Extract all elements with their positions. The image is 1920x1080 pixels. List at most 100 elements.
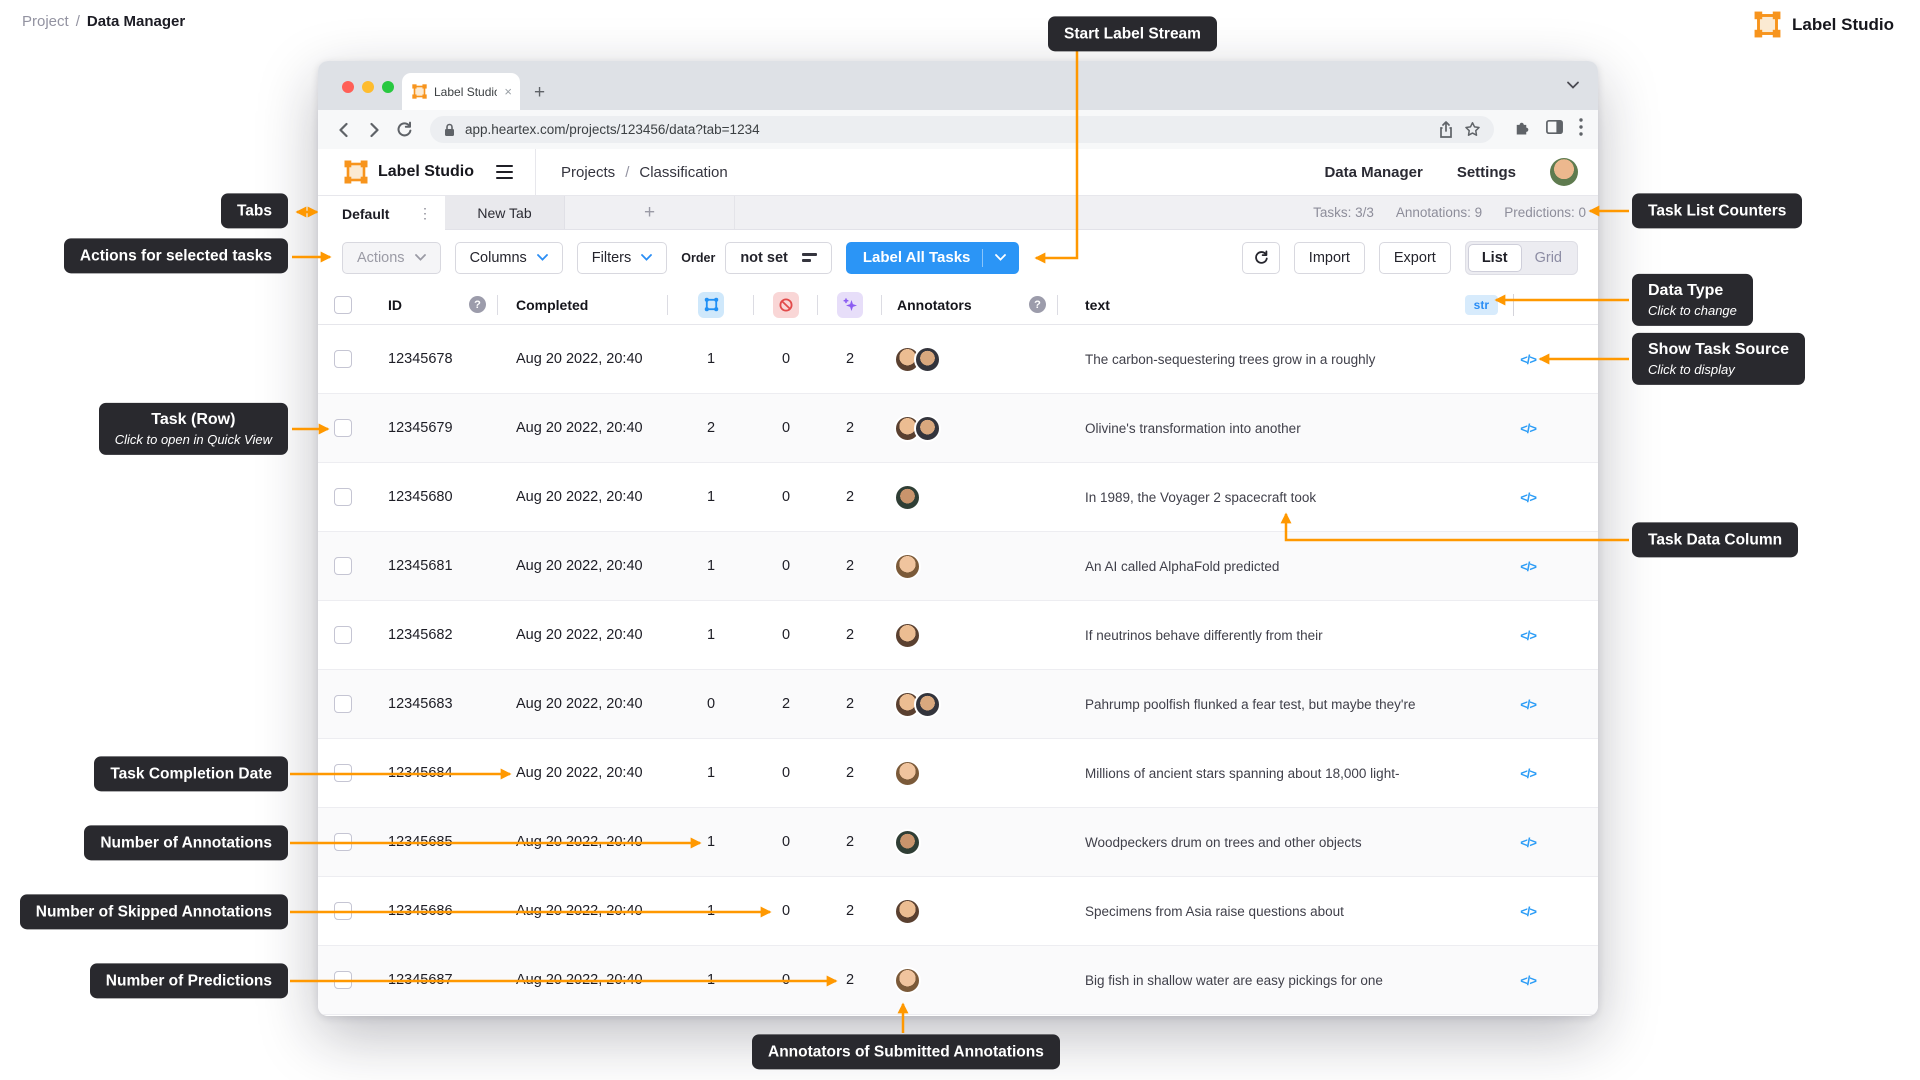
header-id[interactable]: ID ? — [370, 285, 498, 324]
view-grid-button[interactable]: Grid — [1522, 250, 1575, 266]
tab-search-chevron-icon[interactable] — [1566, 79, 1580, 91]
header-annotators[interactable]: Annotators ? — [882, 285, 1058, 324]
reload-icon[interactable] — [392, 118, 416, 142]
browser-tab-title: Label Studio — [434, 84, 498, 99]
new-browser-tab-button[interactable]: + — [534, 83, 545, 102]
browser-tab[interactable]: Label Studio × — [402, 73, 520, 110]
task-source-icon[interactable]: </> — [1520, 835, 1537, 850]
data-manager-toolbar: Actions Columns Filters Order not set La… — [318, 230, 1598, 285]
annotators-help-icon[interactable]: ? — [1029, 296, 1046, 313]
app-breadcrumb-projects-link[interactable]: Projects — [561, 164, 615, 181]
skipped-count: 0 — [781, 627, 791, 643]
share-icon[interactable] — [1437, 120, 1455, 140]
view-list-button[interactable]: List — [1467, 243, 1522, 272]
hamburger-menu-icon[interactable] — [496, 164, 513, 180]
header-text[interactable]: text str — [1058, 285, 1598, 324]
row-checkbox[interactable] — [334, 764, 352, 782]
add-tab-button[interactable]: + — [565, 196, 735, 229]
table-row[interactable]: 12345683 Aug 20 2022, 20:40 0 2 2 Pahrum… — [318, 670, 1598, 739]
close-tab-icon[interactable]: × — [504, 84, 512, 99]
plus-icon: + — [643, 201, 656, 223]
row-checkbox[interactable] — [334, 350, 352, 368]
back-icon[interactable] — [332, 118, 356, 142]
bookmark-star-icon[interactable] — [1463, 120, 1482, 139]
row-checkbox[interactable] — [334, 971, 352, 989]
account-avatar[interactable] — [1550, 158, 1578, 186]
table-row[interactable]: 12345687 Aug 20 2022, 20:40 1 0 2 Big fi… — [318, 946, 1598, 1015]
table-row[interactable]: 12345686 Aug 20 2022, 20:40 1 0 2 Specim… — [318, 877, 1598, 946]
order-value-button[interactable]: not set — [725, 241, 832, 274]
table-row[interactable]: 12345678 Aug 20 2022, 20:40 1 0 2 The ca… — [318, 325, 1598, 394]
callout-actions: Actions for selected tasks — [63, 238, 288, 274]
header-predictions[interactable] — [818, 285, 882, 324]
task-source-icon[interactable]: </> — [1520, 904, 1537, 919]
table-row[interactable]: 12345681 Aug 20 2022, 20:40 1 0 2 An AI … — [318, 532, 1598, 601]
row-checkbox[interactable] — [334, 557, 352, 575]
tab-new-tab[interactable]: New Tab — [445, 196, 565, 229]
nav-data-manager[interactable]: Data Manager — [1324, 164, 1422, 181]
extensions-puzzle-icon[interactable] — [1512, 117, 1531, 142]
annotator-avatars — [882, 670, 1058, 738]
task-completed-date: Aug 20 2022, 20:40 — [516, 420, 643, 436]
address-bar[interactable]: app.heartex.com/projects/123456/data?tab… — [430, 116, 1494, 143]
task-text: Millions of ancient stars spanning about… — [1085, 765, 1400, 781]
columns-button[interactable]: Columns — [454, 241, 563, 274]
table-row[interactable]: 12345684 Aug 20 2022, 20:40 1 0 2 Millio… — [318, 739, 1598, 808]
tab-options-kebab-icon[interactable]: ⋮ — [418, 205, 432, 222]
forward-icon[interactable] — [362, 118, 386, 142]
row-checkbox[interactable] — [334, 626, 352, 644]
header-annotations[interactable] — [668, 285, 754, 324]
task-id: 12345679 — [388, 420, 453, 436]
row-checkbox[interactable] — [334, 833, 352, 851]
row-select-cell — [318, 325, 370, 393]
export-button[interactable]: Export — [1378, 241, 1451, 274]
header-completed[interactable]: Completed — [498, 285, 668, 324]
actions-button[interactable]: Actions — [342, 241, 441, 274]
table-row[interactable]: 12345685 Aug 20 2022, 20:40 1 0 2 Woodpe… — [318, 808, 1598, 877]
browser-menu-kebab-icon[interactable] — [1578, 117, 1584, 142]
nav-settings[interactable]: Settings — [1457, 164, 1516, 181]
url-text[interactable]: app.heartex.com/projects/123456/data?tab… — [465, 122, 1429, 137]
task-source-icon[interactable]: </> — [1520, 352, 1537, 367]
refresh-button[interactable] — [1241, 241, 1280, 274]
data-type-badge[interactable]: str — [1464, 294, 1498, 315]
task-source-icon[interactable]: </> — [1520, 559, 1537, 574]
row-checkbox[interactable] — [334, 695, 352, 713]
label-all-tasks-button[interactable]: Label All Tasks — [845, 241, 1020, 274]
table-row[interactable]: 12345680 Aug 20 2022, 20:40 1 0 2 In 198… — [318, 463, 1598, 532]
task-source-icon[interactable]: </> — [1520, 421, 1537, 436]
task-source-icon[interactable]: </> — [1520, 973, 1537, 988]
data-manager-tabs: Default ⋮ New Tab + Tasks: 3/3 Annotatio… — [318, 196, 1598, 231]
maximize-window-button[interactable] — [382, 81, 394, 93]
minimize-window-button[interactable] — [362, 81, 374, 93]
row-checkbox[interactable] — [334, 419, 352, 437]
task-completed-date: Aug 20 2022, 20:40 — [516, 972, 643, 988]
row-checkbox[interactable] — [334, 488, 352, 506]
app-nav: Data Manager Settings — [1324, 158, 1578, 186]
id-help-icon[interactable]: ? — [469, 296, 486, 313]
annotations-count-icon — [698, 291, 724, 318]
task-completed-date: Aug 20 2022, 20:40 — [516, 558, 643, 574]
task-source-icon[interactable]: </> — [1520, 697, 1537, 712]
avatar-male-2 — [894, 483, 921, 511]
app-logo-icon[interactable] — [344, 160, 368, 184]
import-button[interactable]: Import — [1293, 241, 1365, 274]
task-source-icon[interactable]: </> — [1520, 490, 1537, 505]
task-source-icon[interactable]: </> — [1520, 766, 1537, 781]
row-checkbox[interactable] — [334, 902, 352, 920]
header-skipped[interactable] — [754, 285, 818, 324]
avatar-female-1 — [894, 897, 921, 925]
task-source-icon[interactable]: </> — [1520, 628, 1537, 643]
table-row[interactable]: 12345682 Aug 20 2022, 20:40 1 0 2 If neu… — [318, 601, 1598, 670]
select-all-checkbox[interactable] — [334, 295, 352, 314]
side-panel-icon[interactable] — [1545, 118, 1564, 141]
annotations-count: 1 — [706, 627, 716, 643]
predictions-count: 2 — [845, 972, 855, 988]
tab-default[interactable]: Default ⋮ — [318, 196, 445, 231]
filters-button[interactable]: Filters — [576, 241, 668, 274]
table-row[interactable]: 12345679 Aug 20 2022, 20:40 2 0 2 Olivin… — [318, 394, 1598, 463]
task-text: Pahrump poolfish flunked a fear test, bu… — [1085, 696, 1416, 712]
avatar-male-1 — [914, 345, 941, 373]
close-window-button[interactable] — [342, 81, 354, 93]
breadcrumb-project-link[interactable]: Project — [22, 13, 69, 30]
